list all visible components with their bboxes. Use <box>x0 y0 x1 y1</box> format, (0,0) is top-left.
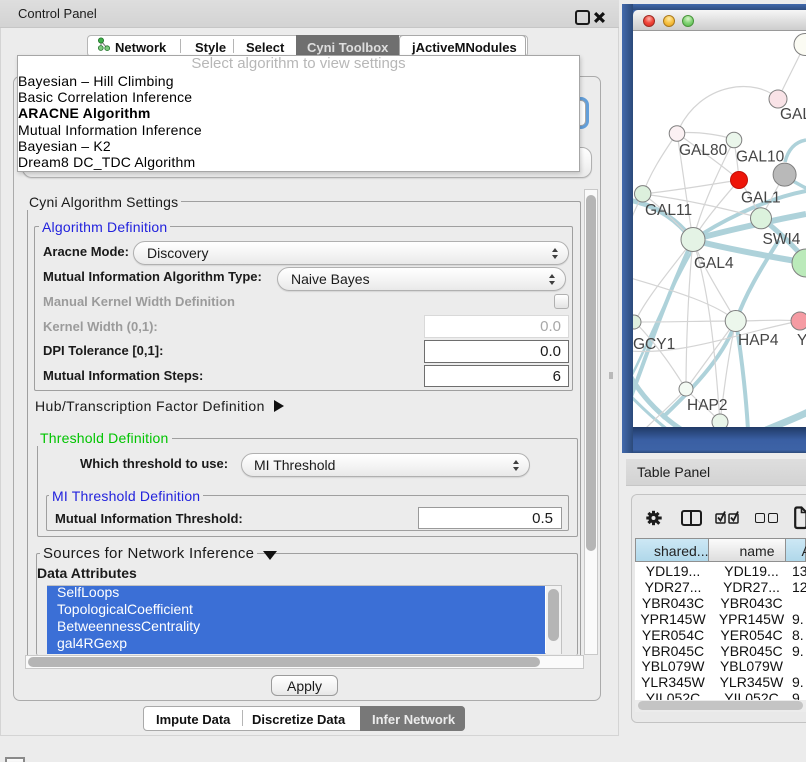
svg-text:GAL11: GAL11 <box>645 202 692 219</box>
svg-text:HAP2: HAP2 <box>687 397 728 414</box>
svg-text:HAP4: HAP4 <box>738 332 779 349</box>
svg-text:GCY1: GCY1 <box>633 336 675 353</box>
svg-text:Y: Y <box>797 332 806 349</box>
svg-text:SWI4: SWI4 <box>763 231 801 248</box>
svg-text:GAL10: GAL10 <box>736 149 785 166</box>
svg-text:GAL7: GAL7 <box>780 106 806 123</box>
svg-text:GAL4: GAL4 <box>694 255 734 272</box>
svg-text:GAL1: GAL1 <box>741 190 781 207</box>
svg-text:GAL80: GAL80 <box>679 142 728 159</box>
